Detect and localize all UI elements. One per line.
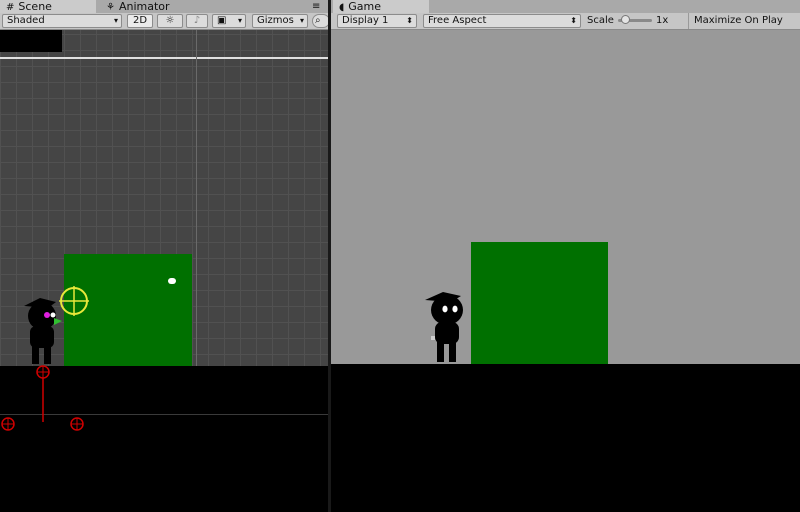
camera-gizmo-block <box>0 30 62 52</box>
game-player-torso <box>435 322 459 344</box>
speaker-icon: ♪ <box>193 15 201 26</box>
game-green-block <box>471 242 608 365</box>
white-dot-marker <box>168 278 176 284</box>
gizmos-label: Gizmos <box>257 15 294 26</box>
player-character[interactable] <box>18 296 64 368</box>
image-icon: ▣ <box>217 15 227 26</box>
game-ground <box>331 364 800 512</box>
aspect-value: Free Aspect <box>428 15 487 26</box>
game-player-leg-left <box>437 342 444 362</box>
2d-toggle-label: 2D <box>132 15 148 26</box>
game-player-eye-right <box>452 305 458 313</box>
player-eye-right <box>50 312 56 318</box>
ground-check-gizmo[interactable] <box>34 364 52 424</box>
scale-slider[interactable] <box>618 15 652 24</box>
scene-lighting-button[interactable]: ☼ <box>157 14 183 28</box>
chevron-down-icon: ▾ <box>113 16 118 25</box>
tab-game-label: Game <box>348 0 382 13</box>
tab-animator-label: Animator <box>118 0 170 13</box>
display-value: Display 1 <box>342 15 389 26</box>
scale-label: Scale <box>587 15 614 26</box>
chevron-down-icon: ▾ <box>299 16 304 25</box>
player-torso <box>30 326 54 348</box>
gizmos-dropdown[interactable]: Gizmos ▾ <box>252 14 308 28</box>
game-player-leg-right <box>449 342 456 362</box>
tab-scene-label: Scene <box>18 0 52 13</box>
scene-audio-button[interactable]: ♪ <box>186 14 208 28</box>
tab-animator[interactable]: ⚘ Animator <box>100 0 220 13</box>
player-leg-right <box>44 346 51 364</box>
scale-slider-thumb[interactable] <box>620 15 630 24</box>
shading-mode-dropdown[interactable]: Shaded ▾ <box>2 14 122 28</box>
player-pointer-gizmo <box>54 318 62 325</box>
tab-scene[interactable]: # Scene <box>0 0 96 13</box>
2d-toggle-button[interactable]: 2D <box>127 14 153 28</box>
chevron-updown-icon: ⬍ <box>570 16 577 25</box>
game-player-character <box>425 292 463 362</box>
shading-mode-value: Shaded <box>7 15 45 26</box>
ground-check-gizmo-left[interactable] <box>0 416 16 432</box>
player-leg-left <box>32 346 39 364</box>
game-view[interactable] <box>331 30 800 512</box>
display-dropdown[interactable]: Display 1 ⬍ <box>337 14 417 28</box>
tab-game[interactable]: ◖ Game <box>333 0 429 13</box>
scene-view[interactable] <box>0 30 328 512</box>
chevron-updown-icon: ⬍ <box>406 16 413 25</box>
crosshair-gizmo-icon[interactable] <box>59 286 89 316</box>
aspect-dropdown[interactable]: Free Aspect ⬍ <box>423 14 581 28</box>
game-player-hand <box>431 336 435 340</box>
search-icon: ⌕ <box>315 15 321 26</box>
scale-value: 1x <box>656 15 669 26</box>
panel-menu-icon[interactable]: ≡ <box>312 0 320 13</box>
ground-check-gizmo-right[interactable] <box>69 416 85 432</box>
maximize-on-play-button[interactable]: Maximize On Play <box>688 13 800 29</box>
game-player-eye-left <box>442 305 448 313</box>
camera-frame-top-line <box>0 57 328 59</box>
sun-icon: ☼ <box>165 15 175 26</box>
maximize-on-play-label: Maximize On Play <box>694 15 783 26</box>
chevron-down-icon: ▾ <box>237 16 242 25</box>
player-eye-left <box>44 312 50 318</box>
scene-effects-dropdown[interactable]: ▣ ▾ <box>212 14 246 28</box>
